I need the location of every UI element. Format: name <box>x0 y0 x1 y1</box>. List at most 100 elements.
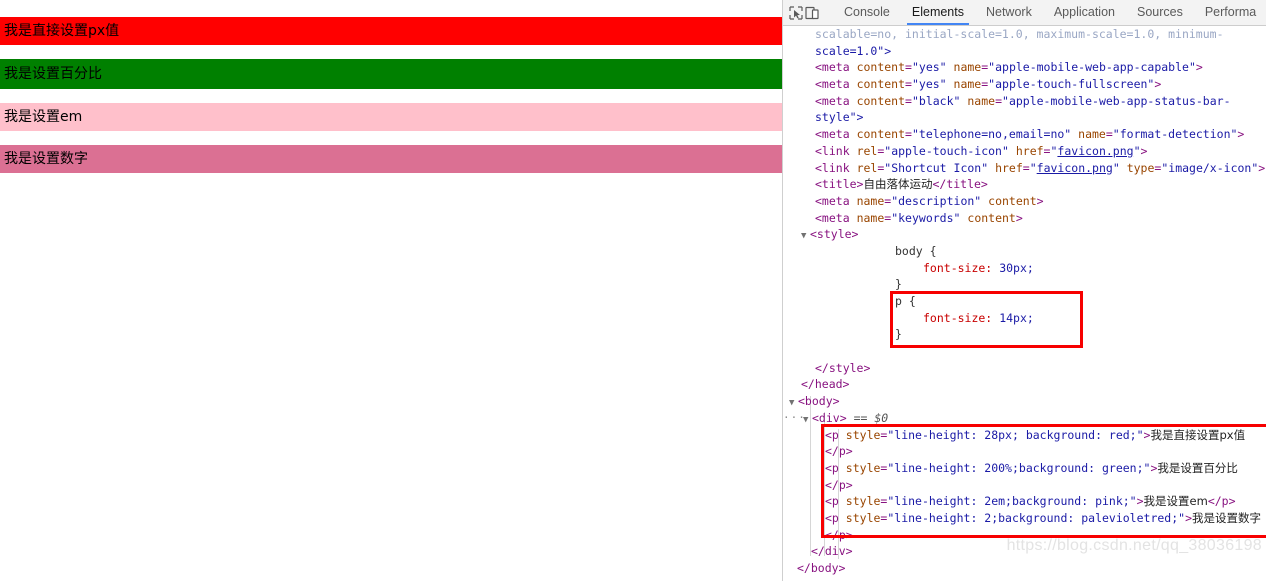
tag: </p> <box>825 444 853 459</box>
tab-sources[interactable]: Sources <box>1126 1 1194 24</box>
devtools-toolbar: Console Elements Network Application Sou… <box>783 0 1266 26</box>
page-viewport: 我是直接设置px值 我是设置百分比 我是设置em 我是设置数字 <box>0 0 783 581</box>
code-line-p-number[interactable]: <p style="line-height: 2;background: pal… <box>783 510 1266 527</box>
css-line-body-close: } <box>783 276 1266 293</box>
css-value: 30px; <box>999 260 1034 275</box>
attr-value: "line-height: 2;background: palevioletre… <box>887 510 1186 525</box>
attr-name: content <box>856 93 906 108</box>
attr-value: "Shortcut Icon" <box>884 160 989 175</box>
paragraph-percent: 我是设置百分比 <box>0 59 782 89</box>
code-line-p-px[interactable]: <p style="line-height: 28px; background:… <box>783 427 1266 444</box>
attr-value-cont: style"> <box>815 110 864 125</box>
tag: <p <box>825 427 839 442</box>
attr-value: "line-height: 2em;background: pink;" <box>887 494 1137 509</box>
tag: <body> <box>798 394 840 409</box>
attr-value: "yes" <box>911 77 947 92</box>
css-selector: p { <box>895 294 916 308</box>
attr-name: name <box>953 60 982 75</box>
css-value: 14px; <box>999 310 1034 325</box>
node-text: 我是设置数字 <box>1192 510 1262 525</box>
css-property: font-size: <box>923 310 993 325</box>
attr-name: style <box>845 460 881 475</box>
code-line-meta-fullscreen: <meta content="yes" name="apple-touch-fu… <box>815 77 1162 92</box>
device-toolbar-icon[interactable] <box>805 3 819 23</box>
attr-value: "keywords" <box>891 210 961 225</box>
attr-name: name <box>967 93 996 108</box>
node-ellipsis-icon[interactable]: ··· <box>783 410 806 427</box>
code-line-meta-format: <meta content="telephone=no,email=no" na… <box>815 127 1245 142</box>
attr-value: "apple-touch-fullscreen" <box>988 77 1155 92</box>
devtools-panel: Console Elements Network Application Sou… <box>783 0 1266 581</box>
code-line-p-percent-close: </p> <box>783 477 1266 494</box>
attr-value: "yes" <box>911 60 947 75</box>
code-line: scale=1.0"> <box>783 43 1266 60</box>
code-line-body-open[interactable]: ▼ <body> <box>783 393 1266 410</box>
tag: <p <box>825 510 839 525</box>
tab-network[interactable]: Network <box>975 1 1043 24</box>
code-line-div-open[interactable]: ··· ▼ <div> == $0 <box>783 410 1266 427</box>
tag: <meta <box>815 193 850 208</box>
tag: </p> <box>825 527 853 542</box>
attr-name: rel <box>856 143 878 158</box>
code-line-meta-description: <meta name="description" content> <box>815 193 1044 208</box>
node-text: 我是直接设置px值 <box>1150 427 1246 442</box>
attr-name: type <box>1126 160 1155 175</box>
attr-value: "apple-touch-icon" <box>884 143 1009 158</box>
tag: <p <box>825 494 839 509</box>
tag: <meta <box>815 93 850 108</box>
tag: <style> <box>810 227 859 242</box>
watermark: https://blog.csdn.net/qq_38036198 <box>1006 537 1262 555</box>
code-line-style-open[interactable]: ▼ <style> <box>783 226 1266 243</box>
tab-performance[interactable]: Performa <box>1194 1 1266 24</box>
elements-dom-tree[interactable]: scalable=no, initial-scale=1.0, maximum-… <box>783 26 1266 581</box>
attr-value: "format-detection" <box>1112 127 1238 142</box>
code-line-body-close: </body> <box>783 560 1266 577</box>
node-text: 我是设置百分比 <box>1157 460 1238 475</box>
paragraph-em: 我是设置em <box>0 103 782 131</box>
tab-application[interactable]: Application <box>1043 1 1126 24</box>
link-favicon[interactable]: favicon.png <box>1057 144 1133 158</box>
code-line: scalable=no, initial-scale=1.0, maximum-… <box>815 27 1224 41</box>
attr-name: content <box>856 60 906 75</box>
attr-name: content <box>856 77 906 92</box>
code-line-meta-keywords: <meta name="keywords" content> <box>815 210 1023 225</box>
link-favicon[interactable]: favicon.png <box>1037 161 1113 175</box>
paragraph-px: 我是直接设置px值 <box>0 17 782 45</box>
attr-value: "line-height: 28px; background: red;" <box>887 427 1144 442</box>
css-selector: body { <box>895 243 937 258</box>
tag: </head> <box>801 377 850 392</box>
tag: <meta <box>815 77 850 92</box>
selected-node-ref: == $0 <box>853 410 889 425</box>
css-brace: } <box>895 277 902 292</box>
tab-console[interactable]: Console <box>833 1 901 24</box>
attr-name: href <box>1015 143 1044 158</box>
code-line-meta-statusbar: <meta content="black" name="apple-mobile… <box>815 93 1231 108</box>
attr-name: name <box>856 193 885 208</box>
css-line-p-selector: p { <box>783 293 1266 310</box>
attr-name: style <box>845 510 881 525</box>
tag: <link <box>815 143 850 158</box>
attr-value: "apple-mobile-web-app-capable" <box>988 60 1196 75</box>
tag: </p> <box>825 477 853 492</box>
code-line-wrap: style"> <box>783 109 1266 126</box>
code-line-link-touch-icon: <link rel="apple-touch-icon" href="favic… <box>815 143 1148 158</box>
tag: </p> <box>1207 494 1236 509</box>
code-line-link-shortcut: <link rel="Shortcut Icon" href="favicon.… <box>815 160 1266 175</box>
tag: <meta <box>815 60 850 75</box>
inspect-element-icon[interactable] <box>789 3 803 23</box>
code-line-p-percent[interactable]: <p style="line-height: 200%;background: … <box>783 460 1266 477</box>
tag: </div> <box>811 544 853 559</box>
code-line-title: <title>自由落体运动</title> <box>783 176 1266 193</box>
css-brace: } <box>895 327 902 342</box>
attr-name: content <box>856 127 906 142</box>
tab-elements[interactable]: Elements <box>901 1 975 25</box>
code-line-head-close: </head> <box>783 376 1266 393</box>
css-line-body-fontsize: font-size: 30px; <box>783 260 1266 277</box>
code-line-p-px-close: </p> <box>783 443 1266 460</box>
attr-name: style <box>845 494 881 509</box>
code-line-p-em[interactable]: <p style="line-height: 2em;background: p… <box>783 493 1266 510</box>
page-body: 我是直接设置px值 我是设置百分比 我是设置em 我是设置数字 <box>0 0 782 173</box>
css-property: font-size: <box>923 260 993 275</box>
